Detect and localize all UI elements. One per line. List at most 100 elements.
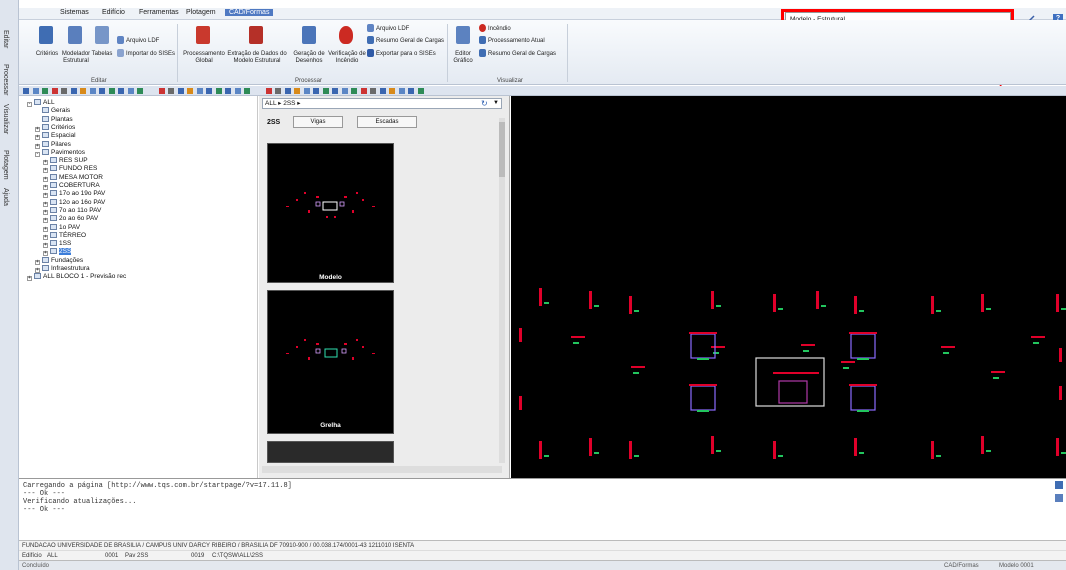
vtab-editar[interactable]: Editar bbox=[2, 30, 9, 48]
toolbar-tool-icon[interactable] bbox=[398, 88, 405, 94]
tree-node[interactable]: +2SS bbox=[43, 248, 72, 257]
expand-icon[interactable]: + bbox=[43, 201, 48, 207]
expand-icon[interactable]: + bbox=[35, 143, 40, 149]
toolbar-tool-icon[interactable] bbox=[408, 88, 414, 94]
breadcrumb[interactable]: ALL ▸ 2SS ▸ bbox=[262, 98, 502, 109]
toolbar-tool-icon[interactable] bbox=[187, 88, 193, 94]
collapse-icon[interactable]: - bbox=[27, 102, 32, 107]
toolbar-tool-icon[interactable] bbox=[137, 88, 143, 94]
toolbar-tool-icon[interactable] bbox=[275, 88, 281, 94]
tree-node[interactable]: + FUNDO RES bbox=[43, 165, 97, 174]
tree-node[interactable]: + COBERTURA bbox=[43, 182, 100, 190]
toolbar-tool-icon[interactable] bbox=[294, 88, 300, 94]
tree-node[interactable]: + Critérios bbox=[35, 123, 75, 132]
thumb-card-modelo[interactable]: Modelo bbox=[267, 143, 394, 283]
expand-icon[interactable]: + bbox=[35, 268, 40, 273]
toolbar-tool-icon[interactable] bbox=[32, 88, 39, 94]
toolbar-tool-icon[interactable] bbox=[341, 88, 348, 94]
tree-node[interactable]: + Fundações bbox=[35, 256, 83, 265]
expand-icon[interactable]: + bbox=[43, 176, 48, 182]
vigas-button[interactable]: Vigas bbox=[293, 116, 343, 128]
editor-grafico-button[interactable]: Editor Gráfico bbox=[449, 51, 477, 65]
drawing-canvas[interactable] bbox=[511, 96, 1066, 478]
menu-cad-formas[interactable]: CAD/Formas bbox=[225, 9, 274, 16]
expand-icon[interactable]: + bbox=[43, 251, 48, 257]
expand-icon[interactable]: + bbox=[43, 218, 48, 224]
expand-icon[interactable]: + bbox=[43, 193, 48, 199]
toolbar-tool-icon[interactable] bbox=[80, 88, 86, 94]
expand-icon[interactable]: + bbox=[35, 126, 40, 132]
toolbar-tool-icon[interactable] bbox=[284, 88, 291, 94]
toolbar-tool-icon[interactable] bbox=[215, 88, 222, 94]
vtab-processar[interactable]: Processar bbox=[2, 64, 9, 96]
menu-edificio[interactable]: Edifício bbox=[102, 9, 125, 16]
toolbar-tool-icon[interactable] bbox=[168, 88, 174, 94]
geracao-desenhos-button[interactable]: Geração de Desenhos bbox=[289, 51, 329, 65]
toolbar-tool-icon[interactable] bbox=[303, 88, 310, 94]
scroll-thumb[interactable] bbox=[499, 122, 505, 177]
toolbar-tool-icon[interactable] bbox=[351, 88, 357, 94]
toolbar-tool-icon[interactable] bbox=[89, 88, 96, 94]
thumb-card-grelha[interactable]: Grelha bbox=[267, 290, 394, 434]
resumo-visualizar-button[interactable]: Resumo Geral de Cargas bbox=[488, 51, 556, 58]
tree-node[interactable]: + ALL BLOCO 1 - Previsão rec bbox=[27, 273, 126, 282]
tree-node[interactable]: - Pavimentos bbox=[35, 148, 85, 157]
toolbar-tool-icon[interactable] bbox=[42, 88, 48, 94]
toolbar-tool-icon[interactable] bbox=[99, 88, 105, 94]
toolbar-tool-icon[interactable] bbox=[244, 88, 250, 94]
toolbar-tool-icon[interactable] bbox=[332, 88, 338, 94]
vtab-visualizar[interactable]: Visualizar bbox=[2, 104, 9, 134]
toolbar-tool-icon[interactable] bbox=[360, 88, 367, 94]
tree-node[interactable]: +2o ao 6o PAV bbox=[43, 215, 98, 224]
toolbar-tool-icon[interactable] bbox=[206, 88, 212, 94]
toolbar-tool-icon[interactable] bbox=[370, 88, 376, 94]
expand-icon[interactable]: + bbox=[43, 168, 48, 174]
toolbar-tool-icon[interactable] bbox=[234, 88, 241, 94]
menu-sistemas[interactable]: Sistemas bbox=[60, 9, 89, 16]
arquivo-ldf-proc-button[interactable]: Arquivo LDF bbox=[376, 26, 409, 33]
tree-node[interactable]: +1o PAV bbox=[43, 223, 80, 232]
tabelas-button[interactable]: Tabelas bbox=[91, 51, 113, 58]
expand-icon[interactable]: + bbox=[43, 234, 48, 240]
toolbar-tool-icon[interactable] bbox=[322, 88, 329, 94]
arquivo-ldf-button[interactable]: Arquivo LDF bbox=[126, 38, 159, 45]
toolbar-tool-icon[interactable] bbox=[23, 88, 29, 94]
tree-node[interactable]: + Infraestrutura bbox=[35, 265, 90, 273]
tree-node[interactable]: +1SS bbox=[43, 240, 71, 249]
chevron-down-icon[interactable]: ▼ bbox=[493, 99, 501, 108]
toolbar-tool-icon[interactable] bbox=[177, 88, 184, 94]
thumb-h-scrollbar[interactable] bbox=[262, 466, 502, 473]
tree-node[interactable]: - ALL bbox=[27, 99, 55, 107]
processamento-global-button[interactable]: Processamento Global bbox=[181, 51, 227, 65]
expand-icon[interactable]: + bbox=[35, 135, 40, 141]
toolbar-tool-icon[interactable] bbox=[70, 88, 77, 94]
toolbar-tool-icon[interactable] bbox=[61, 88, 67, 94]
toolbar-tool-icon[interactable] bbox=[51, 88, 58, 94]
expand-icon[interactable]: + bbox=[43, 185, 48, 190]
tree-node[interactable]: Gerais bbox=[35, 107, 70, 115]
tree-node[interactable]: Plantas bbox=[35, 115, 73, 124]
thumb-scrollbar[interactable] bbox=[499, 118, 505, 463]
modelador-button[interactable]: Modelador Estrutural bbox=[59, 51, 93, 65]
extracao-dados-button[interactable]: Extração de Dados do Modelo Estrutural bbox=[225, 51, 289, 65]
toolbar-tool-icon[interactable] bbox=[417, 88, 424, 94]
menu-ferramentas[interactable]: Ferramentas bbox=[139, 9, 179, 16]
expand-icon[interactable]: + bbox=[27, 276, 32, 282]
tree-node[interactable]: + RES SUP bbox=[43, 157, 88, 166]
toolbar-tool-icon[interactable] bbox=[158, 88, 165, 94]
tree-node[interactable]: + Pilares bbox=[35, 140, 71, 149]
tree-node[interactable]: +12o ao 16o PAV bbox=[43, 198, 105, 207]
importar-sises-button[interactable]: Importar do SISEs bbox=[126, 51, 175, 58]
toolbar-tool-icon[interactable] bbox=[127, 88, 134, 94]
tree-node[interactable]: + Espacial bbox=[35, 132, 76, 141]
tree-node[interactable]: +17o ao 19o PAV bbox=[43, 190, 105, 199]
toolbar-tool-icon[interactable] bbox=[265, 88, 272, 94]
tree-node[interactable]: + TÉRREO bbox=[43, 231, 86, 240]
console-icon[interactable] bbox=[1055, 481, 1063, 489]
expand-icon[interactable]: + bbox=[43, 226, 48, 232]
toolbar-tool-icon[interactable] bbox=[389, 88, 395, 94]
menu-plotagem[interactable]: Plotagem bbox=[186, 9, 216, 16]
incendio-dropdown[interactable]: Incêndio bbox=[488, 26, 511, 33]
toolbar-tool-icon[interactable] bbox=[108, 88, 115, 94]
tree-node[interactable]: +7o ao 11o PAV bbox=[43, 206, 101, 215]
